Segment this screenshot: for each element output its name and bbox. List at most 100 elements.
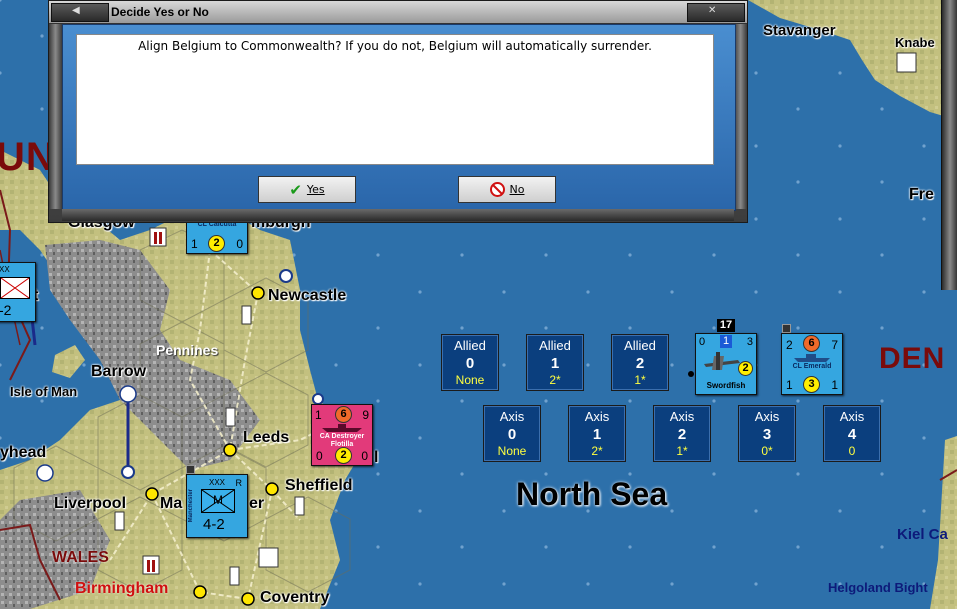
label-coventry: Coventry xyxy=(260,589,330,606)
axis-track-box-1[interactable]: Axis 1 2* xyxy=(568,405,626,462)
label-kiel: Kiel Ca xyxy=(897,526,948,543)
track-sub: 1* xyxy=(634,373,646,387)
city-birmingham-dot xyxy=(193,585,207,599)
counter-stat: 1 xyxy=(786,378,793,392)
label-north-sea: North Sea xyxy=(516,476,668,512)
emerald-counter[interactable]: 2 6 7 CL Emerald 1 3 1 xyxy=(781,333,843,395)
counter-name: CL Emerald xyxy=(792,363,832,370)
counter-name: Swordfish xyxy=(706,381,746,390)
track-sub: 1* xyxy=(676,444,688,458)
manchester-corps-counter[interactable]: XXX R Manchester M 4-2 xyxy=(186,474,248,538)
city-coventry-dot xyxy=(241,592,255,606)
counter-stat: 1 xyxy=(831,378,838,392)
axis-track-box-0[interactable]: Axis 0 None xyxy=(483,405,541,462)
track-side: Axis xyxy=(584,409,610,424)
counter-circle: 2 xyxy=(738,361,753,376)
west-unit-counter[interactable]: XX -2 xyxy=(0,262,36,322)
swordfish-counter[interactable]: 0 1 3 2 Swordfish xyxy=(695,333,757,395)
close-icon[interactable]: ✕ xyxy=(708,5,716,16)
counter-stat: 2 xyxy=(786,338,793,352)
label-fre: Fre xyxy=(909,186,934,203)
titlebar-right-tab[interactable]: ✕ xyxy=(687,3,745,22)
city-liverpool-dot xyxy=(145,487,159,501)
label-stavanger: Stavanger xyxy=(763,22,836,39)
label-newcastle: Newcastle xyxy=(268,287,347,304)
track-number: 3 xyxy=(762,426,772,443)
allied-track-box-0[interactable]: Allied 0 None xyxy=(441,334,499,391)
yes-button[interactable]: ✔ Yes xyxy=(258,176,356,203)
track-sub: 2* xyxy=(591,444,603,458)
no-button[interactable]: No xyxy=(458,176,556,203)
track-side: Allied xyxy=(539,338,571,353)
dialog-left-rail xyxy=(49,24,62,209)
track-side: Axis xyxy=(499,409,525,424)
track-sub: 0 xyxy=(848,444,856,458)
selection-dot xyxy=(688,371,694,377)
label-sheffield: Sheffield xyxy=(285,477,353,494)
destroyer-counter[interactable]: 1 6 9 CA Destroyer Flotilla 0 2 0 xyxy=(311,404,373,466)
counter-stat: 1 xyxy=(315,408,322,422)
yes-button-label: Yes xyxy=(306,183,325,196)
destroyer-icon xyxy=(322,424,362,432)
dialog-titlebar[interactable]: ◀ Decide Yes or No ✕ xyxy=(49,1,747,24)
city-newcastle-dot xyxy=(251,286,265,300)
track-side: Allied xyxy=(624,338,656,353)
no-button-label: No xyxy=(509,183,525,196)
track-sub: None xyxy=(497,444,527,458)
track-number: 1 xyxy=(550,355,560,372)
counter-stat: 0 xyxy=(236,237,243,251)
scroll-left-icon: ◀ xyxy=(72,5,80,16)
track-number: 0 xyxy=(507,426,517,443)
track-number: 2 xyxy=(635,355,645,372)
label-isle-of-man: Isle of Man xyxy=(10,384,78,399)
allied-track-box-1[interactable]: Allied 1 2* xyxy=(526,334,584,391)
label-denmark: DEN xyxy=(879,342,946,375)
track-side: Axis xyxy=(839,409,865,424)
label-knabe: Knabe xyxy=(895,35,935,50)
label-leeds: Leeds xyxy=(243,429,290,446)
infantry-symbol-icon: M xyxy=(201,489,235,513)
counter-circle: 6 xyxy=(803,335,820,352)
track-number: 4 xyxy=(847,426,857,443)
label-manchester: Ma xyxy=(160,495,183,512)
allied-track-box-2[interactable]: Allied 2 1* xyxy=(611,334,669,391)
label-head: yhead xyxy=(0,444,47,461)
axis-track-box-3[interactable]: Axis 3 0* xyxy=(738,405,796,462)
city-sheffield-dot xyxy=(265,482,279,496)
track-sub: None xyxy=(455,373,485,387)
unit-name: Manchester xyxy=(188,489,194,523)
track-number: 0 xyxy=(465,355,475,372)
check-icon: ✔ xyxy=(289,180,302,199)
counter-circle: 3 xyxy=(803,376,820,393)
counter-circle: 6 xyxy=(335,406,352,423)
label-l-fragment: l xyxy=(374,449,379,466)
label-wales: WALES xyxy=(52,549,109,566)
dialog-body: Align Belgium to Commonwealth? If you do… xyxy=(62,24,736,211)
track-side: Axis xyxy=(754,409,780,424)
track-side: Axis xyxy=(669,409,695,424)
axis-track-box-4[interactable]: Axis 4 0 xyxy=(823,405,881,462)
label-birmingham: Birmingham xyxy=(75,580,169,597)
counter-stat: 7 xyxy=(831,338,838,352)
track-number: 2 xyxy=(677,426,687,443)
cruiser-icon xyxy=(794,354,830,362)
track-number: 1 xyxy=(592,426,602,443)
counter-stat: 0 xyxy=(361,449,368,463)
unit-size: XXX xyxy=(209,478,226,487)
counter-stat: 1 xyxy=(191,237,198,251)
track-sub: 0* xyxy=(761,444,773,458)
label-pennines: Pennines xyxy=(156,342,219,358)
stack-marker xyxy=(782,324,791,333)
city-leeds-dot xyxy=(223,443,237,457)
stack-count-badge: 17 xyxy=(717,319,735,332)
axis-track-box-2[interactable]: Axis 2 1* xyxy=(653,405,711,462)
counter-stat: 9 xyxy=(362,408,369,422)
counter-stat: 0 xyxy=(316,449,323,463)
side-panel-edge[interactable] xyxy=(941,0,957,290)
track-sub: 2* xyxy=(549,373,561,387)
counter-stat: 3 xyxy=(746,336,753,348)
titlebar-left-tab[interactable]: ◀ xyxy=(51,3,109,22)
label-manchester-end: er xyxy=(249,495,265,512)
dialog-bottom-rail xyxy=(62,209,734,221)
stack-marker xyxy=(186,465,195,474)
